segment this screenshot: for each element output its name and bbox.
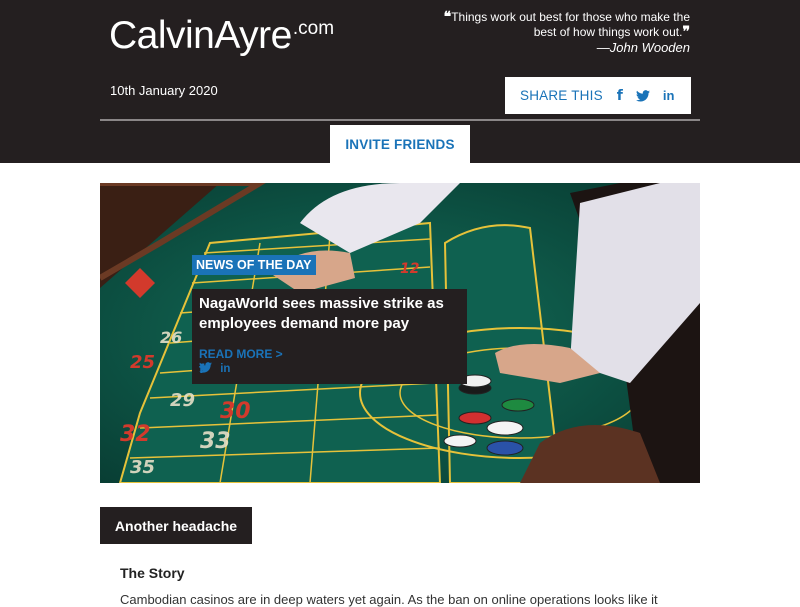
news-of-the-day-tag: NEWS OF THE DAY	[192, 255, 316, 275]
svg-text:29: 29	[170, 390, 195, 411]
share-box: SHARE THIS f in	[505, 77, 691, 114]
story-heading: The Story	[120, 565, 185, 581]
svg-text:33: 33	[200, 429, 231, 454]
section-heading: Another headache	[100, 507, 252, 544]
headline-social: f in	[199, 362, 238, 376]
header-quote: ❝Things work out best for those who make…	[430, 10, 690, 56]
logo-text: CalvinAyre	[109, 14, 292, 57]
share-label: SHARE THIS	[520, 88, 603, 103]
logo-suffix: .com	[292, 18, 335, 39]
hero-image[interactable]: 30 32 27 25 12 33 29 35 26	[100, 183, 700, 483]
facebook-icon[interactable]: f	[617, 88, 623, 104]
headline-card: NagaWorld sees massive strike as employe…	[192, 289, 467, 384]
quote-text: Things work out best for those who make …	[451, 10, 690, 39]
svg-text:30: 30	[220, 399, 251, 424]
read-more-link[interactable]: READ MORE >	[199, 347, 283, 361]
headline-title[interactable]: NagaWorld sees massive strike as employe…	[199, 294, 461, 334]
calvinayre-logo[interactable]: CalvinAyre.com	[109, 14, 334, 58]
linkedin-icon[interactable]: in	[663, 88, 675, 103]
issue-date: 10th January 2020	[110, 83, 218, 98]
close-quote-icon: ❞	[682, 24, 690, 40]
svg-text:35: 35	[130, 457, 155, 478]
invite-friends-button[interactable]: INVITE FRIENDS	[330, 125, 470, 163]
twitter-icon[interactable]	[635, 89, 650, 102]
svg-text:26: 26	[160, 328, 182, 347]
svg-text:32: 32	[120, 422, 151, 447]
linkedin-icon[interactable]: in	[220, 363, 230, 375]
svg-text:12: 12	[400, 261, 419, 277]
svg-text:25: 25	[130, 352, 155, 373]
quote-author: —John Wooden	[596, 40, 690, 55]
header: CalvinAyre.com ❝Things work out best for…	[0, 0, 800, 163]
header-divider	[100, 119, 700, 121]
